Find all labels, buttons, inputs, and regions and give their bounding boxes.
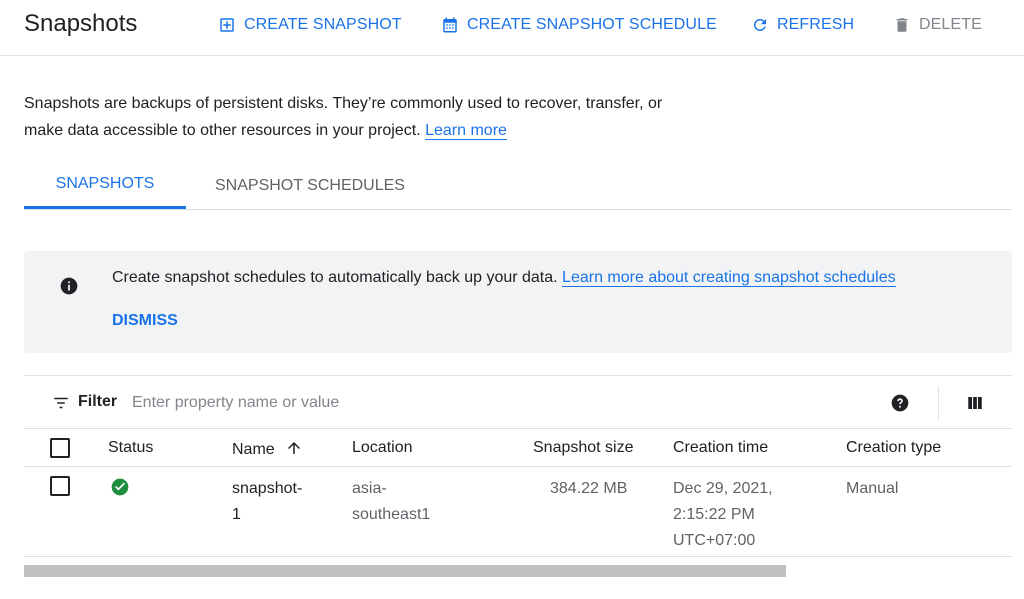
page-title: Snapshots	[24, 10, 138, 37]
delete-label: DELETE	[919, 16, 982, 33]
column-header-location[interactable]: Location	[352, 439, 413, 457]
create-snapshot-button[interactable]: CREATE SNAPSHOT	[218, 13, 402, 37]
description-text: Snapshots are backups of persistent disk…	[24, 95, 663, 139]
column-header-name-label: Name	[232, 441, 275, 458]
add-box-icon	[220, 18, 234, 32]
select-all-checkbox[interactable]	[50, 438, 70, 458]
help-icon[interactable]	[890, 393, 910, 413]
creation-time-line: UTC+07:00	[673, 532, 756, 549]
snapshot-creation-type: Manual	[846, 480, 899, 497]
filter-input[interactable]	[132, 389, 732, 417]
info-icon	[60, 277, 78, 295]
column-header-status[interactable]: Status	[108, 439, 153, 457]
snapshot-location-line: asia-	[352, 480, 387, 497]
refresh-icon	[753, 18, 766, 31]
learn-more-link[interactable]: Learn more	[425, 122, 507, 140]
snapshot-creation-time: Dec 29, 2021, 2:15:22 PM UTC+07:00	[673, 476, 773, 554]
column-header-creation-time[interactable]: Creation time	[673, 439, 768, 457]
arrow-up-icon[interactable]	[285, 439, 303, 457]
info-banner: Create snapshot schedules to automatical…	[24, 251, 1012, 353]
filter-bar: Filter	[24, 375, 1012, 429]
top-bar: Snapshots CREATE SNAPSHOT CREATE SNAPSHO…	[0, 0, 1024, 56]
delete-button[interactable]: DELETE	[893, 13, 982, 37]
banner-text: Create snapshot schedules to automatical…	[112, 269, 558, 286]
column-header-snapshot-size[interactable]: Snapshot size	[533, 439, 634, 457]
snapshot-name-line: snapshot-	[232, 480, 303, 497]
calendar-icon	[443, 17, 457, 33]
dismiss-button[interactable]: DISMISS	[112, 312, 178, 330]
column-header-creation-type[interactable]: Creation type	[846, 439, 941, 457]
tab-snapshot-schedules[interactable]: SNAPSHOT SCHEDULES	[186, 162, 434, 209]
trash-icon	[896, 18, 908, 32]
snapshot-size: 384.22 MB	[550, 480, 628, 497]
tab-bar: SNAPSHOTS SNAPSHOT SCHEDULES	[24, 162, 1012, 210]
table-header: Status Name Location Snapshot size Creat…	[24, 429, 1012, 467]
refresh-button[interactable]: REFRESH	[751, 13, 854, 37]
creation-time-line: Dec 29, 2021,	[673, 480, 773, 497]
create-snapshot-schedule-button[interactable]: CREATE SNAPSHOT SCHEDULE	[441, 13, 717, 37]
horizontal-scrollbar[interactable]	[24, 565, 786, 577]
column-header-name[interactable]: Name	[232, 439, 303, 459]
create-snapshot-schedule-label: CREATE SNAPSHOT SCHEDULE	[467, 16, 717, 33]
snapshot-location-line: southeast1	[352, 506, 431, 523]
toolbar-divider	[938, 386, 939, 420]
table-row[interactable]: snapshot- 1 asia- southeast1 384.22 MB D…	[24, 467, 1012, 557]
banner-message: Create snapshot schedules to automatical…	[112, 267, 896, 289]
check-circle-icon	[111, 478, 129, 496]
tab-snapshots[interactable]: SNAPSHOTS	[24, 162, 186, 209]
snapshot-location: asia- southeast1	[352, 476, 430, 528]
snapshot-name-link[interactable]: snapshot- 1	[232, 476, 302, 528]
snapshot-name-line: 1	[232, 506, 241, 523]
page-description: Snapshots are backups of persistent disk…	[24, 90, 704, 144]
row-checkbox[interactable]	[50, 476, 70, 496]
refresh-label: REFRESH	[777, 16, 855, 33]
filter-icon	[54, 397, 68, 409]
columns-icon[interactable]	[966, 394, 984, 412]
creation-time-line: 2:15:22 PM	[673, 506, 755, 523]
filter-label: Filter	[78, 393, 118, 410]
create-snapshot-label: CREATE SNAPSHOT	[244, 16, 402, 33]
learn-more-schedules-link[interactable]: Learn more about creating snapshot sched…	[562, 269, 896, 287]
